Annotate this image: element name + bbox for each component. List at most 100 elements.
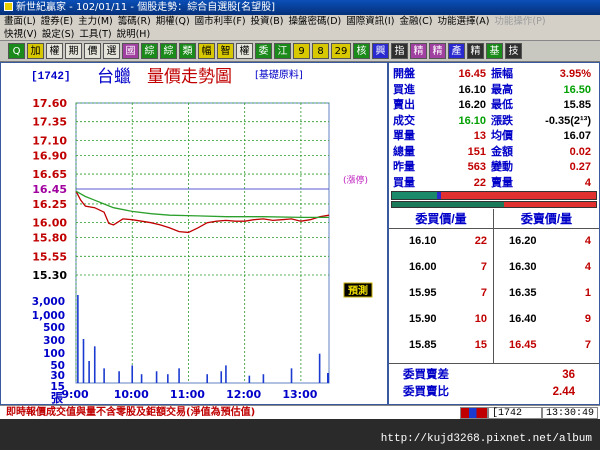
- menu-item-2-3[interactable]: 說明(H): [117, 29, 151, 40]
- volume-bar: [225, 365, 227, 383]
- menu-item-1-1[interactable]: 證券(E): [41, 16, 73, 27]
- volume-bar: [77, 295, 79, 383]
- quote-value: 0.27: [569, 161, 591, 173]
- quote-value: 563: [467, 161, 486, 173]
- toolbar-button-26[interactable]: 技: [505, 43, 522, 59]
- toolbar-button-19[interactable]: 興: [372, 43, 389, 59]
- ask-volume: 1: [584, 287, 591, 299]
- bid-ask-header-rule: [389, 228, 599, 229]
- toolbar: Q 加權期價選國綜綜類幅智權委江 9 8 29 核興指精精產精基技: [0, 41, 600, 62]
- menu-item-2-1[interactable]: 設定(S): [42, 29, 74, 40]
- toolbar-button-12[interactable]: 權: [236, 43, 253, 59]
- volume-tick-label: 100: [43, 348, 65, 360]
- estimate-badge: 預測: [343, 282, 373, 298]
- menu-item-1-8[interactable]: 國際資訊(I): [346, 16, 394, 27]
- stock-name: 台蠟: [97, 67, 131, 87]
- quote-value: 15.85: [563, 99, 591, 111]
- quote-row: 單量 13 均價 16.07: [389, 129, 599, 145]
- bid-price: 16.10: [409, 235, 437, 247]
- quote-row: 成交 16.10 漲跌 -0.35(2¹³): [389, 114, 599, 130]
- toolbar-button-9[interactable]: 類: [179, 43, 196, 59]
- menu-item-1-4[interactable]: 期權(Q): [156, 16, 190, 27]
- toolbar-button-5[interactable]: 選: [103, 43, 120, 59]
- ask-header: 委賣價/量: [520, 212, 573, 226]
- toolbar-button-15[interactable]: 9: [293, 43, 310, 59]
- volume-bar: [327, 373, 329, 383]
- volume-bar: [131, 365, 134, 383]
- menu-item-1-2[interactable]: 主力(M): [78, 16, 113, 27]
- plot-frame: [75, 102, 330, 384]
- toolbar-button-3[interactable]: 期: [65, 43, 82, 59]
- bid-volume: 15: [474, 339, 487, 351]
- toolbar-button-10[interactable]: 幅: [198, 43, 215, 59]
- menu-item-1-3[interactable]: 籌碼(R): [118, 16, 151, 27]
- toolbar-button-2[interactable]: 權: [46, 43, 63, 59]
- menu-item-1-6[interactable]: 投資(B): [251, 16, 284, 27]
- intraday-chart: [1742] 台蠟 量價走勢圖 [基礎原料] 9:00 10:00 11:00 12:00 13…: [31, 67, 373, 405]
- status-message: 即時報價成交值與量不含零股及鉅額交易(淨值為預估值): [6, 407, 256, 418]
- toolbar-button-6[interactable]: 國: [122, 43, 139, 59]
- app-icon: [4, 2, 13, 11]
- quote-row: 買進 16.10 最高 16.50: [389, 83, 599, 99]
- menu-item-1-0[interactable]: 畫面(L): [4, 16, 36, 27]
- menu-bar: 畫面(L) 證券(E) 主力(M) 籌碼(R) 期權(Q) 國市利率(F) 投資(B) 操盤密…: [0, 15, 600, 41]
- volume-tick-label: 500: [43, 322, 65, 334]
- menu-item-1-10[interactable]: 功能選擇(A): [437, 16, 489, 27]
- volume-tick-label: 1,000: [32, 310, 65, 322]
- intraday-chart-panel: [1742] 台蠟 量價走勢圖 [基礎原料] 9:00 10:00 11:00 12:00 13…: [0, 62, 388, 405]
- menu-item-1-11[interactable]: 功能操作(P): [494, 16, 545, 27]
- time-tick-label: 13:00: [282, 388, 317, 401]
- toolbar-button-20[interactable]: 指: [391, 43, 408, 59]
- chart-title: 量價走勢圖: [147, 67, 232, 87]
- price-tick-label: 17.10: [32, 134, 67, 147]
- toolbar-button-23[interactable]: 產: [448, 43, 465, 59]
- menu-item-2-0[interactable]: 快視(V): [4, 29, 37, 40]
- status-color-indicator: [459, 407, 488, 419]
- quote-value: 16.10: [458, 114, 486, 127]
- volume-bar: [220, 371, 223, 383]
- menu-item-2-2[interactable]: 工具(T): [79, 29, 111, 40]
- menu-item-1-7[interactable]: 操盤密碼(D): [288, 16, 341, 27]
- toolbar-button-24[interactable]: 精: [467, 43, 484, 59]
- price-line: [75, 190, 330, 234]
- bid-price: 15.85: [409, 339, 437, 351]
- volume-unit-label: 張: [51, 391, 64, 405]
- toolbar-button-21[interactable]: 精: [410, 43, 427, 59]
- toolbar-button-16[interactable]: 8: [312, 43, 329, 59]
- quote-value: 22: [473, 176, 486, 189]
- summary-label: 委買賣差: [403, 369, 449, 381]
- bid-volume: 22: [474, 235, 487, 247]
- window-titlebar: 新世紀贏家 - 102/01/11 - 個股走勢：綜合自選股[名望股]: [0, 0, 600, 15]
- toolbar-button-7[interactable]: 綜: [141, 43, 158, 59]
- toolbar-button-13[interactable]: 委: [255, 43, 272, 59]
- toolbar-button-25[interactable]: 基: [486, 43, 503, 59]
- toolbar-button-22[interactable]: 精: [429, 43, 446, 59]
- quote-label: 買進: [393, 83, 415, 96]
- price-tick-label: 16.25: [32, 198, 67, 211]
- volume-tick-label: 300: [43, 335, 65, 347]
- status-cells: [1742 13:30:49: [459, 407, 598, 419]
- price-tick-label: 17.35: [32, 116, 67, 129]
- bid-volume: 7: [480, 287, 487, 299]
- toolbar-button-14[interactable]: 江: [274, 43, 291, 59]
- status-code: [1742: [487, 407, 542, 419]
- menu-item-1-5[interactable]: 國市利率(F): [195, 16, 246, 27]
- toolbar-button-11[interactable]: 智: [217, 43, 234, 59]
- price-tick-label: 16.65: [32, 168, 67, 181]
- toolbar-button-1[interactable]: 加: [27, 43, 44, 59]
- toolbar-button-17[interactable]: 29: [331, 43, 351, 59]
- quote-row: 賣出 16.20 最低 15.85: [389, 98, 599, 114]
- toolbar-button-4[interactable]: 價: [84, 43, 101, 59]
- quote-value: 16.50: [563, 83, 591, 96]
- menu-item-1-9[interactable]: 金融(C): [399, 16, 432, 27]
- toolbar-button-0[interactable]: Q: [8, 43, 25, 59]
- toolbar-button-8[interactable]: 綜: [160, 43, 177, 59]
- bid-ask-ratio-bar: [391, 191, 597, 200]
- stock-category: [基礎原料]: [255, 68, 303, 81]
- stock-code: [1742]: [31, 71, 71, 83]
- ask-volume: 4: [584, 261, 591, 273]
- quote-label: 總量: [393, 145, 415, 158]
- bid-price: 15.95: [409, 287, 437, 299]
- toolbar-button-18[interactable]: 核: [353, 43, 370, 59]
- limit-up-label: (漲停): [343, 174, 368, 186]
